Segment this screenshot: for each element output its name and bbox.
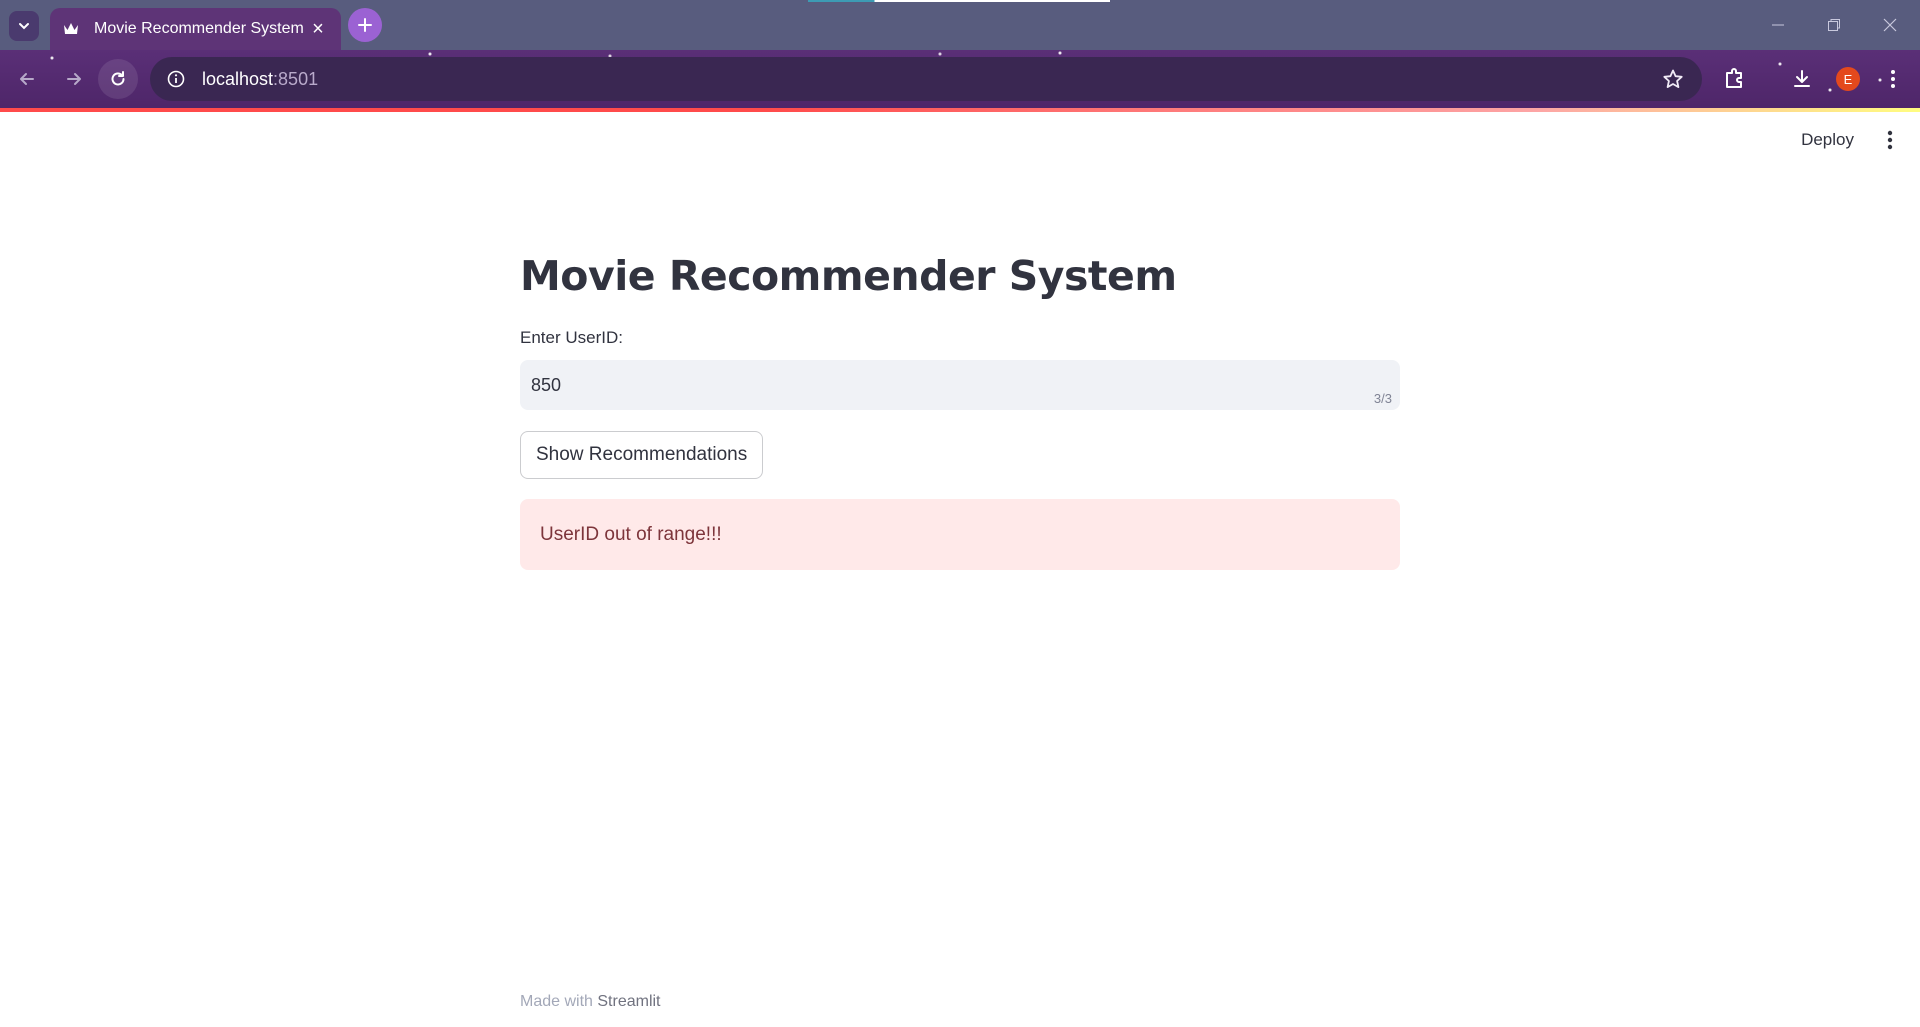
close-tab-icon[interactable]: × <box>307 18 329 41</box>
error-alert: UserID out of range!!! <box>520 499 1400 570</box>
streamlit-crown-icon <box>62 20 80 38</box>
plus-icon <box>358 18 372 32</box>
show-recommendations-button[interactable]: Show Recommendations <box>520 431 764 479</box>
kebab-menu-icon <box>1891 70 1895 88</box>
url-host: localhost <box>202 68 274 89</box>
kebab-menu-icon <box>1887 130 1893 150</box>
userid-label: Enter UserID: <box>520 328 623 347</box>
restore-window-button[interactable] <box>1806 0 1862 50</box>
download-icon <box>1794 70 1810 87</box>
tab-title: Movie Recommender System <box>94 20 304 37</box>
minimize-window-button[interactable] <box>1750 0 1806 50</box>
footer: Made with Streamlit <box>520 993 661 1011</box>
browser-menu-button[interactable] <box>1873 59 1913 99</box>
deploy-button[interactable]: Deploy <box>1797 124 1858 156</box>
reload-button[interactable] <box>98 59 138 99</box>
address-bar[interactable]: localhost:8501 <box>150 57 1702 101</box>
streamlit-link[interactable]: Streamlit <box>597 993 660 1010</box>
browser-tab-strip: Movie Recommender System × <box>0 0 1920 50</box>
userid-input-container: 3/3 <box>520 360 1400 410</box>
error-message: UserID out of range!!! <box>540 523 722 545</box>
url-port: :8501 <box>273 68 319 89</box>
minimize-icon <box>1772 24 1784 26</box>
downloads-button[interactable] <box>1782 59 1822 99</box>
char-counter: 3/3 <box>1373 391 1392 406</box>
main-menu-button[interactable] <box>1874 124 1906 156</box>
browser-toolbar: localhost:8501 E <box>0 50 1920 108</box>
main-content: Movie Recommender System Enter UserID: 3… <box>520 240 1400 570</box>
forward-button[interactable] <box>54 59 94 99</box>
arrow-left-icon <box>20 73 34 85</box>
browser-tab-active[interactable]: Movie Recommender System × <box>50 8 341 50</box>
profile-avatar[interactable]: E <box>1836 67 1860 91</box>
tab-search-button[interactable] <box>9 11 39 41</box>
close-window-button[interactable] <box>1862 0 1918 50</box>
puzzle-icon <box>1726 68 1742 88</box>
reload-icon <box>111 71 125 86</box>
restore-icon <box>1828 19 1840 31</box>
new-tab-button[interactable] <box>348 8 382 42</box>
userid-input[interactable] <box>520 360 1400 410</box>
arrow-right-icon <box>67 73 81 85</box>
extensions-button[interactable] <box>1714 59 1754 99</box>
page-title: Movie Recommender System <box>520 252 1177 300</box>
site-info-icon[interactable] <box>166 69 186 89</box>
footer-prefix: Made with <box>520 993 593 1010</box>
back-button[interactable] <box>7 59 47 99</box>
chevron-down-icon <box>19 23 29 30</box>
close-icon <box>1883 18 1897 32</box>
bookmark-star-icon[interactable] <box>1662 68 1684 95</box>
app-header: Deploy <box>0 112 1920 168</box>
